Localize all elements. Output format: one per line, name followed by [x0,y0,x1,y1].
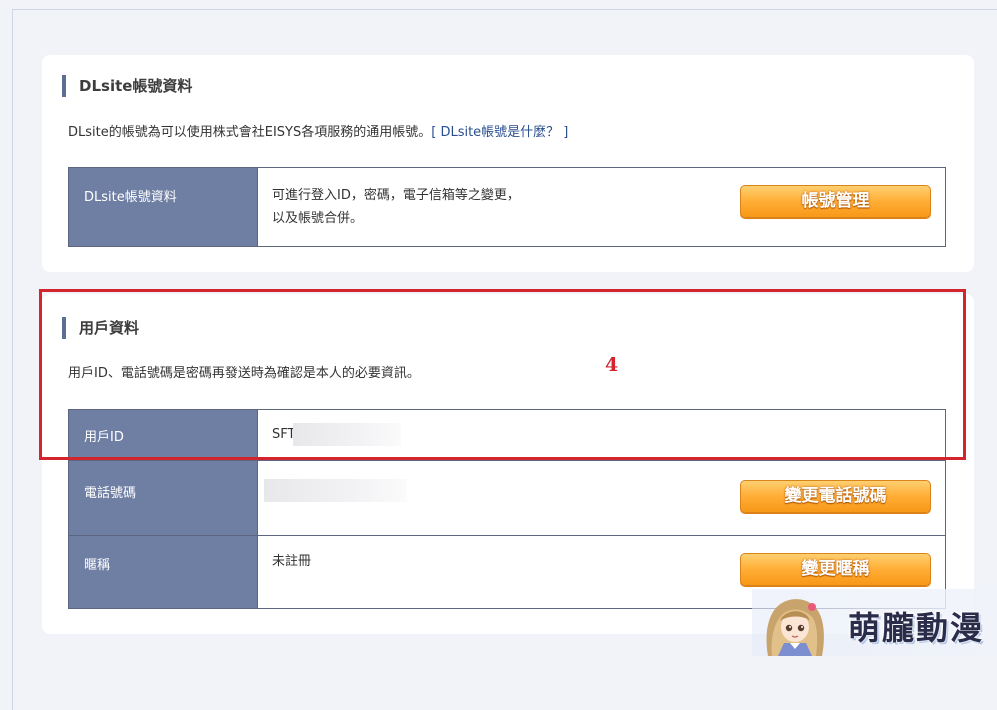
phone-value-cell: 變更電話號碼 [257,460,946,536]
change-nickname-button[interactable]: 變更暱稱 [740,553,931,586]
redacted-phone-number [264,479,407,502]
account-row-label: DLsite帳號資料 [68,167,258,247]
red-highlight-box [39,289,966,460]
phone-label: 電話號碼 [68,460,258,536]
table-row: 電話號碼 變更電話號碼 [68,460,946,536]
section-title-account: DLsite帳號資料 [62,75,192,97]
account-row-value: 可進行登入ID，密碼，電子信箱等之變更， 以及帳號合併。 帳號管理 [257,167,946,247]
account-description-text: DLsite的帳號為可以使用株式會社EISYS各項服務的通用帳號。 [68,125,432,140]
change-phone-button[interactable]: 變更電話號碼 [740,480,931,513]
anime-girl-icon [766,599,824,656]
account-row-text-line1: 可進行登入ID，密碼，電子信箱等之變更， [272,188,520,203]
nickname-label: 暱稱 [68,535,258,609]
what-is-dlsite-account-link[interactable]: [ DLsite帳號是什麼？ ] [431,125,568,140]
table-row: DLsite帳號資料 可進行登入ID，密碼，電子信箱等之變更， 以及帳號合併。 … [68,167,946,247]
account-row-text: 可進行登入ID，密碼，電子信箱等之變更， 以及帳號合併。 [272,184,520,230]
account-table: DLsite帳號資料 可進行登入ID，密碼，電子信箱等之變更， 以及帳號合併。 … [68,167,946,247]
account-row-text-line2: 以及帳號合併。 [272,211,364,226]
dlsite-account-card: DLsite帳號資料 DLsite的帳號為可以使用株式會社EISYS各項服務的通… [42,55,974,272]
watermark: 萌朧動漫 [752,589,997,656]
watermark-text: 萌朧動漫 [848,609,985,647]
account-description: DLsite的帳號為可以使用株式會社EISYS各項服務的通用帳號。[ DLsit… [68,125,568,141]
nickname-value: 未註冊 [272,554,312,569]
account-management-button[interactable]: 帳號管理 [740,185,931,218]
annotation-number: 4 [605,354,619,376]
